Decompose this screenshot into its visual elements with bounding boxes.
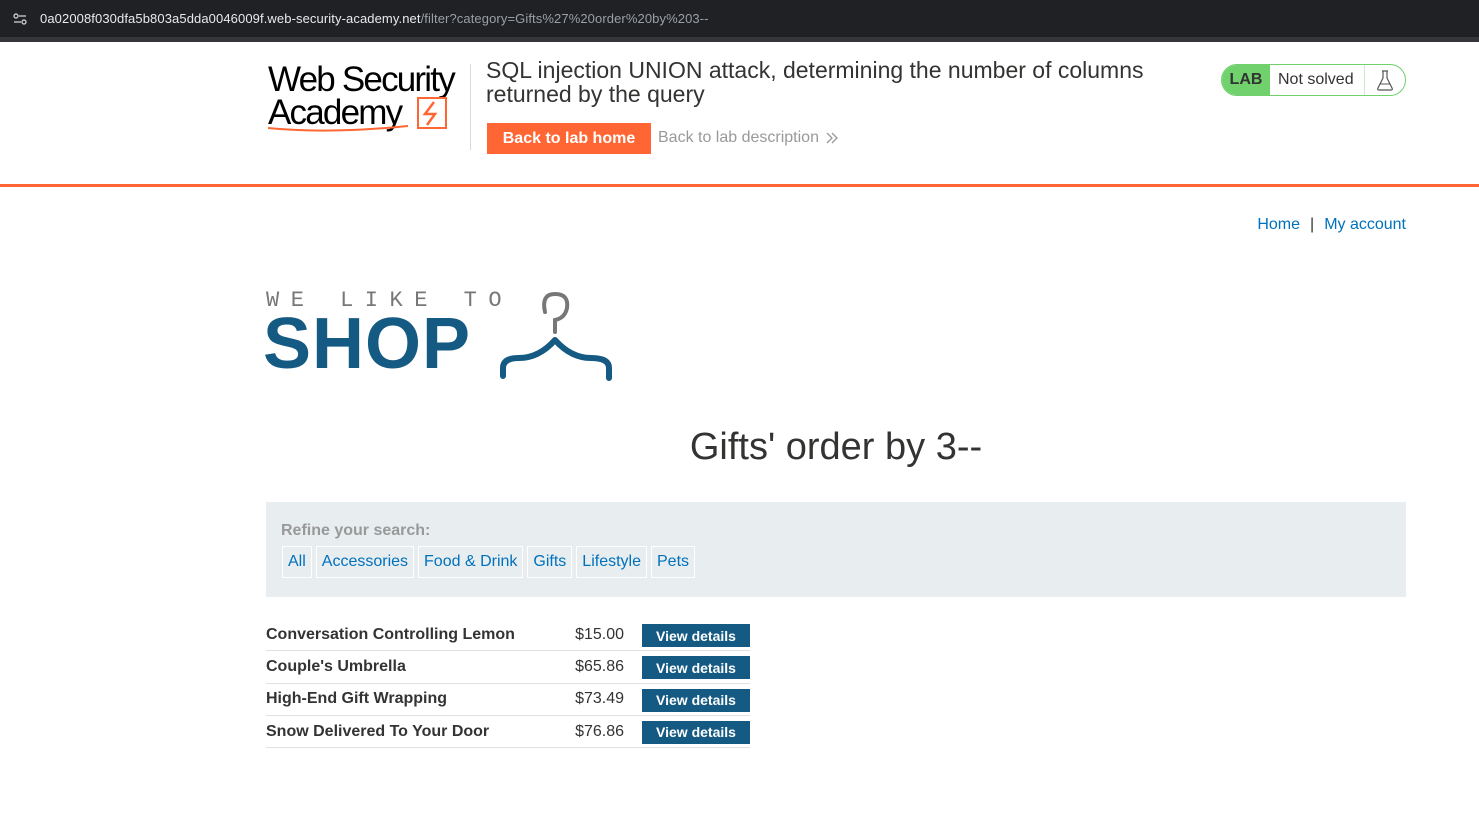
product-price: $15.00 (575, 625, 624, 643)
view-details-button[interactable]: View details (642, 720, 750, 744)
product-name: High-End Gift Wrapping (266, 690, 448, 708)
nav-separator: | (1310, 216, 1315, 233)
product-table: Conversation Controlling Lemon $15.00 Vi… (266, 619, 750, 749)
web-security-academy-logo[interactable]: Web Security Academy (268, 62, 468, 140)
browser-address-bar: 0a02008f030dfa5b803a5dda0046009f.web-sec… (0, 0, 1479, 37)
category-link-food-drink[interactable]: Food & Drink (418, 546, 524, 578)
table-row: Snow Delivered To Your Door $76.86 View … (266, 716, 750, 749)
product-name: Snow Delivered To Your Door (266, 722, 490, 740)
logo-bolt-icon (268, 97, 447, 132)
product-name: Couple's Umbrella (266, 657, 406, 675)
view-details-button[interactable]: View details (642, 688, 750, 712)
product-price: $65.86 (575, 657, 624, 675)
lab-status-text: Not solved (1270, 65, 1365, 95)
category-link-gifts[interactable]: Gifts (527, 546, 573, 578)
top-navigation: Home | My account (1257, 216, 1406, 234)
hanger-icon (500, 291, 612, 381)
lab-title: SQL injection UNION attack, determining … (486, 57, 1144, 107)
category-filter-list: All Accessories Food & Drink Gifts Lifes… (282, 546, 699, 578)
product-price: $73.49 (575, 690, 624, 708)
url-field[interactable]: 0a02008f030dfa5b803a5dda0046009f.web-sec… (40, 11, 709, 26)
lab-status-widget: LAB Not solved (1221, 64, 1406, 96)
product-name: Conversation Controlling Lemon (266, 625, 515, 643)
view-details-button[interactable]: View details (642, 624, 750, 647)
shop-logo: WE LIKE TO SHOP (263, 284, 625, 384)
shop-logo-word: SHOP (263, 304, 472, 384)
my-account-link[interactable]: My account (1324, 216, 1406, 234)
category-link-pets[interactable]: Pets (651, 546, 696, 578)
header-orange-rule (0, 184, 1479, 187)
url-path: /filter?category=Gifts%27%20order%20by%2… (420, 11, 709, 26)
filter-panel: Refine your search: All Accessories Food… (266, 502, 1406, 597)
lab-badge: LAB (1222, 65, 1270, 95)
url-host: 0a02008f030dfa5b803a5dda0046009f.web-sec… (40, 11, 421, 26)
back-to-lab-description-label: Back to lab description (658, 129, 819, 146)
back-to-lab-description-link[interactable]: Back to lab description (658, 129, 839, 147)
category-link-accessories[interactable]: Accessories (315, 546, 415, 578)
double-chevron-right-icon (825, 131, 839, 145)
header-divider (470, 64, 471, 150)
category-link-lifestyle[interactable]: Lifestyle (576, 546, 647, 578)
view-details-button[interactable]: View details (642, 656, 750, 680)
table-row: Couple's Umbrella $65.86 View details (266, 651, 750, 684)
back-to-lab-home-button[interactable]: Back to lab home (487, 123, 651, 154)
flask-icon (1365, 65, 1405, 95)
page-title: Gifts' order by 3-- (689, 426, 983, 468)
table-row: Conversation Controlling Lemon $15.00 Vi… (266, 619, 750, 652)
product-price: $76.86 (575, 722, 624, 740)
home-link[interactable]: Home (1257, 216, 1300, 234)
table-row: High-End Gift Wrapping $73.49 View detai… (266, 684, 750, 716)
category-link-all[interactable]: All (282, 546, 312, 578)
tune-icon[interactable] (12, 11, 28, 27)
refine-label: Refine your search: (281, 522, 431, 539)
